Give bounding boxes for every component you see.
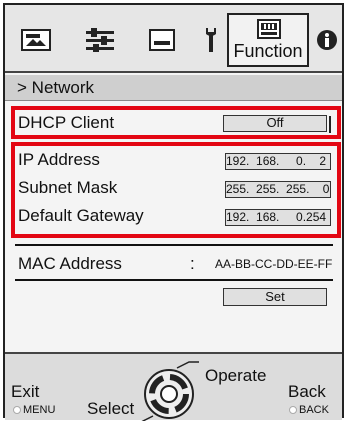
back-label: Back xyxy=(288,382,326,401)
dhcp-client-label: DHCP Client xyxy=(18,113,115,132)
exit-key-hint: MENU xyxy=(13,404,55,416)
default-gateway-label: Default Gateway xyxy=(18,206,144,225)
back-key-icon xyxy=(289,406,297,414)
tab-function-label: Function xyxy=(233,41,303,61)
subnet-mask-field[interactable]: 255. 255. 255. 0 xyxy=(225,181,331,198)
dhcp-client-value[interactable]: Off xyxy=(223,115,327,132)
back-key-label: BACK xyxy=(299,404,329,416)
back-key-hint: BACK xyxy=(289,404,329,416)
default-gateway-field[interactable]: 192. 168. 0.254 xyxy=(225,209,331,226)
menu-key-icon xyxy=(13,406,21,414)
exit-key-label: MENU xyxy=(23,404,56,416)
wrench-icon[interactable] xyxy=(201,25,221,55)
mac-address-value: AA-BB-CC-DD-EE-FF xyxy=(215,257,333,271)
breadcrumb-arrow: > xyxy=(17,78,27,97)
ip-address-label: IP Address xyxy=(18,150,100,169)
breadcrumb-label: Network xyxy=(31,78,95,97)
info-icon[interactable] xyxy=(315,25,339,55)
divider xyxy=(15,244,333,246)
mac-address-separator: : xyxy=(190,254,195,273)
divider xyxy=(15,279,333,281)
dial-leader-lines xyxy=(141,361,199,421)
osd-menu-window: Function > Network DHCP Client Off IP Ad… xyxy=(3,3,344,421)
breadcrumb: > Network xyxy=(5,75,342,101)
sliders-icon[interactable] xyxy=(83,25,117,55)
button-guide-bar: Exit MENU Select Operate Back BACK xyxy=(5,352,342,421)
exit-label: Exit xyxy=(11,382,40,401)
mac-address-label: MAC Address xyxy=(18,254,122,273)
set-button[interactable]: Set xyxy=(223,288,327,306)
display-icon[interactable] xyxy=(145,25,179,55)
picture-icon[interactable] xyxy=(19,25,53,55)
menu-category-bar: Function xyxy=(5,5,342,73)
subnet-mask-label: Subnet Mask xyxy=(18,178,118,197)
dhcp-value-cursor xyxy=(329,116,331,133)
ip-address-field[interactable]: 192. 168. 0. 2 xyxy=(225,153,331,170)
operate-label: Operate xyxy=(205,366,267,385)
tab-function[interactable]: Function xyxy=(227,13,309,67)
